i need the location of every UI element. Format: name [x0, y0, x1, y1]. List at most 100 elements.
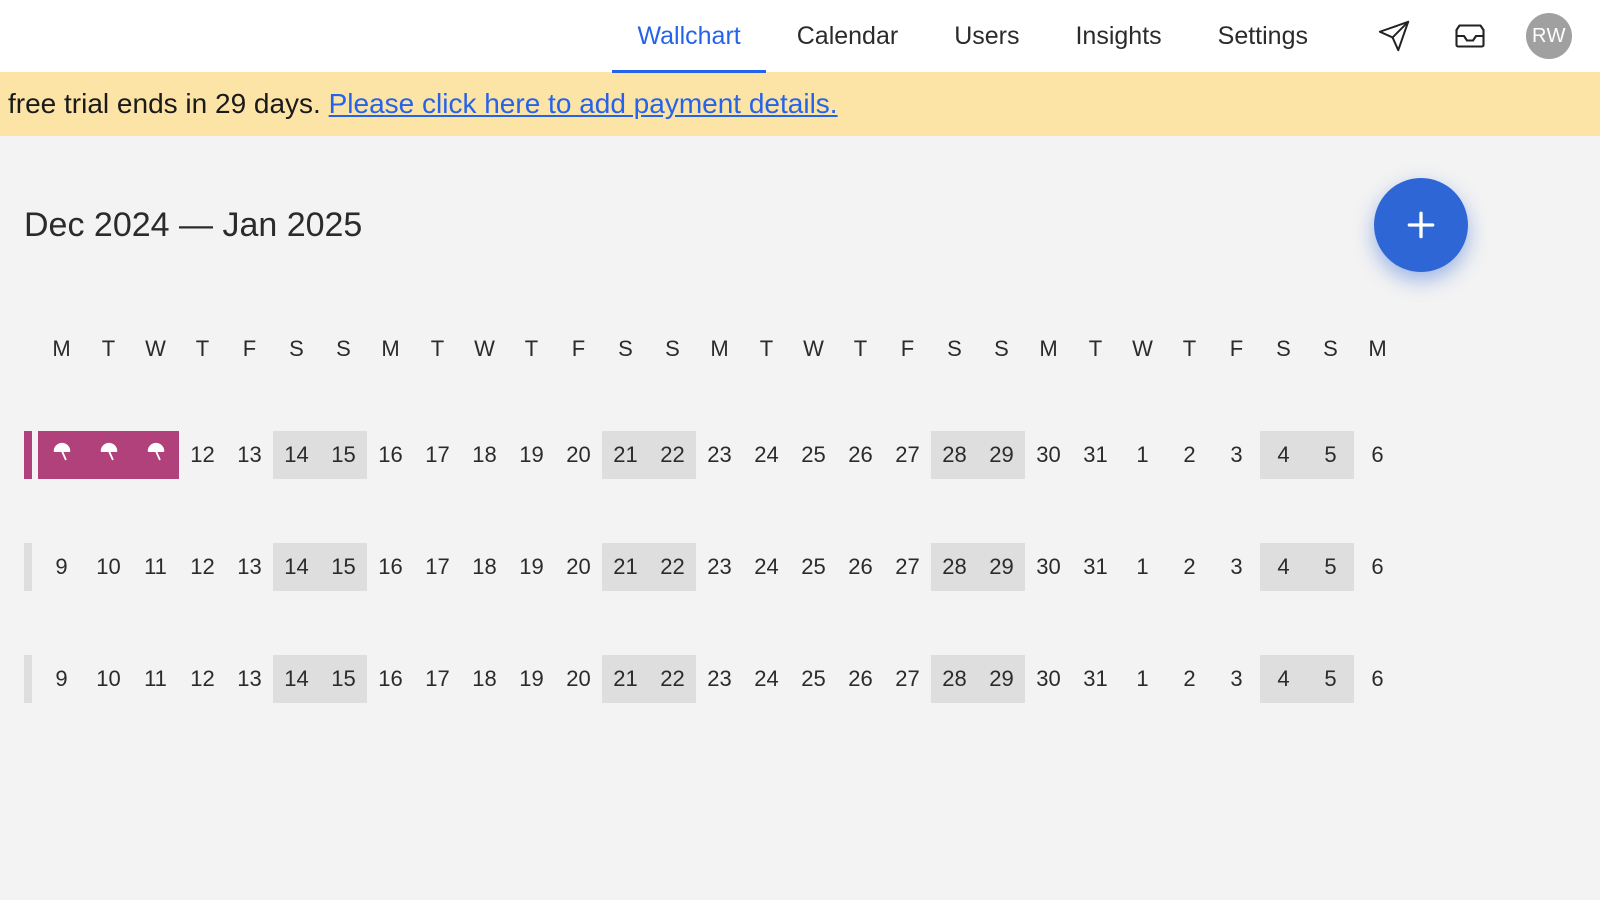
day-cell[interactable]: 25 — [790, 655, 837, 703]
day-cell[interactable]: 26 — [837, 543, 884, 591]
day-cell[interactable]: 5 — [1307, 543, 1354, 591]
day-cell[interactable]: 30 — [1025, 543, 1072, 591]
day-cell[interactable]: 27 — [884, 655, 931, 703]
day-cell[interactable]: 28 — [931, 431, 978, 479]
day-cell[interactable]: 22 — [649, 655, 696, 703]
day-cell[interactable]: 23 — [696, 431, 743, 479]
day-cell[interactable]: 23 — [696, 543, 743, 591]
day-cell[interactable]: 2 — [1166, 543, 1213, 591]
day-cell[interactable]: 11 — [132, 655, 179, 703]
day-cell[interactable]: 27 — [884, 543, 931, 591]
day-cell[interactable]: 10 — [85, 543, 132, 591]
day-cell[interactable]: 26 — [837, 655, 884, 703]
day-cell[interactable]: 13 — [226, 543, 273, 591]
day-cell[interactable]: 3 — [1213, 543, 1260, 591]
day-cell[interactable]: 6 — [1354, 431, 1401, 479]
day-cell[interactable]: 24 — [743, 543, 790, 591]
nav-settings[interactable]: Settings — [1218, 4, 1308, 69]
day-cell[interactable]: 30 — [1025, 431, 1072, 479]
day-cell[interactable]: 2 — [1166, 655, 1213, 703]
day-cell[interactable]: 27 — [884, 431, 931, 479]
day-cell[interactable]: 29 — [978, 655, 1025, 703]
nav-insights[interactable]: Insights — [1075, 4, 1161, 69]
day-cell[interactable]: 5 — [1307, 431, 1354, 479]
row-handle[interactable] — [24, 543, 32, 591]
day-cell[interactable]: 12 — [179, 543, 226, 591]
banner-link[interactable]: Please click here to add payment details… — [329, 88, 838, 119]
day-cell[interactable]: 16 — [367, 431, 414, 479]
day-cell[interactable]: 6 — [1354, 655, 1401, 703]
day-cell[interactable]: 1 — [1119, 655, 1166, 703]
day-cell[interactable]: 14 — [273, 543, 320, 591]
day-cell[interactable]: 18 — [461, 543, 508, 591]
day-cell[interactable]: 31 — [1072, 543, 1119, 591]
day-cell[interactable]: 11 — [132, 543, 179, 591]
day-cell[interactable]: 9 — [38, 543, 85, 591]
day-cell[interactable]: 6 — [1354, 543, 1401, 591]
day-cell[interactable]: 19 — [508, 655, 555, 703]
day-cell[interactable]: 24 — [743, 655, 790, 703]
day-cell[interactable]: 20 — [555, 431, 602, 479]
day-cell[interactable]: 19 — [508, 543, 555, 591]
day-cell[interactable]: 29 — [978, 431, 1025, 479]
nav-wallchart[interactable]: Wallchart — [637, 4, 740, 69]
day-cell[interactable]: 12 — [179, 431, 226, 479]
day-cell[interactable]: 5 — [1307, 655, 1354, 703]
day-cell[interactable]: 2 — [1166, 431, 1213, 479]
day-cell[interactable]: 10 — [85, 655, 132, 703]
day-cell[interactable]: 17 — [414, 655, 461, 703]
day-cell[interactable]: 4 — [1260, 543, 1307, 591]
day-cell[interactable]: 4 — [1260, 431, 1307, 479]
day-cell[interactable]: 21 — [602, 543, 649, 591]
booked-day[interactable] — [85, 431, 132, 479]
row-handle[interactable] — [24, 431, 32, 479]
row-handle[interactable] — [24, 655, 32, 703]
day-cell[interactable]: 19 — [508, 431, 555, 479]
avatar[interactable]: RW — [1526, 13, 1572, 59]
day-cell[interactable]: 23 — [696, 655, 743, 703]
day-cell[interactable]: 28 — [931, 543, 978, 591]
day-cell[interactable]: 25 — [790, 543, 837, 591]
day-cell[interactable]: 12 — [179, 655, 226, 703]
day-cell[interactable]: 13 — [226, 431, 273, 479]
booked-day[interactable] — [132, 431, 179, 479]
nav-users[interactable]: Users — [954, 4, 1019, 69]
day-cell[interactable]: 31 — [1072, 655, 1119, 703]
day-cell[interactable]: 14 — [273, 655, 320, 703]
day-cell[interactable]: 3 — [1213, 431, 1260, 479]
day-cell[interactable]: 17 — [414, 431, 461, 479]
day-cell[interactable]: 3 — [1213, 655, 1260, 703]
add-button[interactable] — [1374, 178, 1468, 272]
day-cell[interactable]: 4 — [1260, 655, 1307, 703]
day-cell[interactable]: 15 — [320, 543, 367, 591]
day-cell[interactable]: 18 — [461, 655, 508, 703]
day-cell[interactable]: 15 — [320, 655, 367, 703]
day-cell[interactable]: 1 — [1119, 543, 1166, 591]
day-cell[interactable]: 28 — [931, 655, 978, 703]
day-cell[interactable]: 18 — [461, 431, 508, 479]
send-icon[interactable] — [1374, 16, 1414, 56]
day-cell[interactable]: 26 — [837, 431, 884, 479]
day-cell[interactable]: 25 — [790, 431, 837, 479]
day-cell[interactable]: 14 — [273, 431, 320, 479]
day-cell[interactable]: 16 — [367, 655, 414, 703]
day-cell[interactable]: 24 — [743, 431, 790, 479]
day-cell[interactable]: 29 — [978, 543, 1025, 591]
day-cell[interactable]: 1 — [1119, 431, 1166, 479]
nav-calendar[interactable]: Calendar — [797, 4, 898, 69]
day-cell[interactable]: 17 — [414, 543, 461, 591]
day-cell[interactable]: 30 — [1025, 655, 1072, 703]
day-cell[interactable]: 22 — [649, 431, 696, 479]
day-cell[interactable]: 13 — [226, 655, 273, 703]
day-cell[interactable]: 15 — [320, 431, 367, 479]
inbox-icon[interactable] — [1450, 16, 1490, 56]
booked-day[interactable] — [38, 431, 85, 479]
day-cell[interactable]: 20 — [555, 655, 602, 703]
day-cell[interactable]: 21 — [602, 655, 649, 703]
day-cell[interactable]: 22 — [649, 543, 696, 591]
day-cell[interactable]: 21 — [602, 431, 649, 479]
day-cell[interactable]: 20 — [555, 543, 602, 591]
day-cell[interactable]: 31 — [1072, 431, 1119, 479]
day-cell[interactable]: 9 — [38, 655, 85, 703]
day-cell[interactable]: 16 — [367, 543, 414, 591]
